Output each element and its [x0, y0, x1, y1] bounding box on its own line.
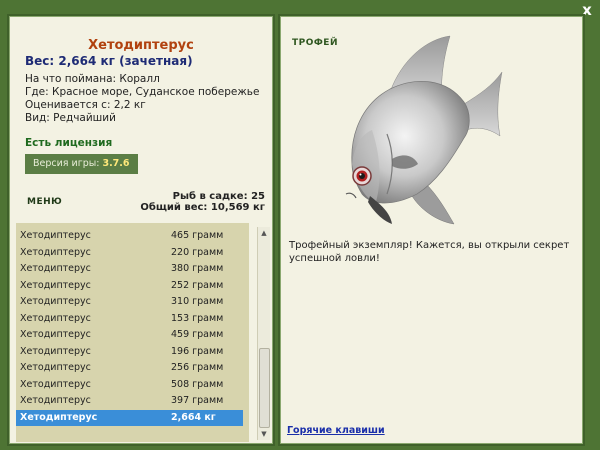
- fish-name: Хетодиптерус: [88, 38, 194, 53]
- list-item[interactable]: Хетодиптерус 397 грамм: [16, 393, 243, 409]
- list-item-weight: 220 грамм: [171, 247, 224, 258]
- list-item-name: Хетодиптерус: [20, 395, 91, 406]
- catch-list-scrollbar[interactable]: ▲ ▼: [257, 227, 270, 440]
- list-item-weight: 459 грамм: [171, 329, 224, 340]
- list-item-weight: 397 грамм: [171, 395, 224, 406]
- hotkeys-link[interactable]: Горячие клавиши: [287, 425, 385, 436]
- game-version: Версия игры: 3.7.6: [25, 154, 138, 174]
- list-item-weight: 153 грамм: [171, 313, 224, 324]
- list-item-name: Хетодиптерус: [20, 230, 91, 241]
- list-item-name: Хетодиптерус: [20, 313, 91, 324]
- version-value: 3.7.6: [102, 158, 130, 169]
- list-item-weight: 2,664 кг: [171, 412, 216, 423]
- list-item-name: Хетодиптерус: [20, 412, 98, 423]
- menu-button[interactable]: МЕНЮ: [27, 197, 62, 207]
- fish-info-panel: Хетодиптерус Вес: 2,664 кг (зачетная) На…: [7, 14, 275, 446]
- list-item-name: Хетодиптерус: [20, 346, 91, 357]
- trophy-panel: ТРОФЕЙ Трофейный экземпляр! Кажется, вы …: [278, 14, 585, 446]
- list-item-weight: 256 грамм: [171, 362, 224, 373]
- list-item-name: Хетодиптерус: [20, 247, 91, 258]
- list-item-name: Хетодиптерус: [20, 362, 91, 373]
- cage-count: Рыб в садке: 25: [172, 191, 265, 202]
- fish-image: [345, 35, 503, 225]
- list-item-name: Хетодиптерус: [20, 329, 91, 340]
- fish-location: Где: Красное море, Суданское побережье: [25, 86, 260, 98]
- list-item-name: Хетодиптерус: [20, 296, 91, 307]
- list-item[interactable]: Хетодиптерус 380 грамм: [16, 261, 243, 277]
- scroll-down-icon[interactable]: ▼: [258, 428, 270, 440]
- list-item-selected[interactable]: Хетодиптерус 2,664 кг: [16, 410, 243, 426]
- list-item-name: Хетодиптерус: [20, 379, 91, 390]
- list-item-weight: 310 грамм: [171, 296, 224, 307]
- list-item[interactable]: Хетодиптерус 256 грамм: [16, 360, 243, 376]
- fish-bait: На что поймана: Коралл: [25, 73, 160, 85]
- cage-total-weight: Общий вес: 10,569 кг: [140, 202, 265, 213]
- fish-type: Вид: Редчайший: [25, 112, 116, 124]
- list-item-weight: 380 грамм: [171, 263, 224, 274]
- version-label: Версия игры:: [33, 158, 100, 169]
- list-item[interactable]: Хетодиптерус 465 грамм: [16, 228, 243, 244]
- list-item[interactable]: Хетодиптерус 310 грамм: [16, 294, 243, 310]
- list-item-weight: 252 грамм: [171, 280, 224, 291]
- license-status: Есть лицензия: [25, 137, 113, 149]
- list-item[interactable]: Хетодиптерус 153 грамм: [16, 311, 243, 327]
- list-item-name: Хетодиптерус: [20, 280, 91, 291]
- list-item[interactable]: Хетодиптерус 459 грамм: [16, 327, 243, 343]
- fish-valued-from: Оценивается с: 2,2 кг: [25, 99, 146, 111]
- scrollbar-thumb[interactable]: [259, 348, 270, 428]
- list-item-weight: 465 грамм: [171, 230, 224, 241]
- scroll-up-icon[interactable]: ▲: [258, 227, 270, 239]
- catch-list[interactable]: Хетодиптерус 465 грамм Хетодиптерус 220 гр…: [16, 223, 249, 442]
- list-item[interactable]: Хетодиптерус 252 грамм: [16, 278, 243, 294]
- list-item[interactable]: Хетодиптерус 196 грамм: [16, 344, 243, 360]
- list-item[interactable]: Хетодиптерус 508 грамм: [16, 377, 243, 393]
- trophy-text: Трофейный экземпляр! Кажется, вы открыли…: [289, 240, 570, 264]
- list-item-name: Хетодиптерус: [20, 263, 91, 274]
- list-item-weight: 508 грамм: [171, 379, 224, 390]
- list-item-weight: 196 грамм: [171, 346, 224, 357]
- list-item[interactable]: Хетодиптерус 220 грамм: [16, 245, 243, 261]
- fish-weight: Вес: 2,664 кг (зачетная): [25, 54, 193, 68]
